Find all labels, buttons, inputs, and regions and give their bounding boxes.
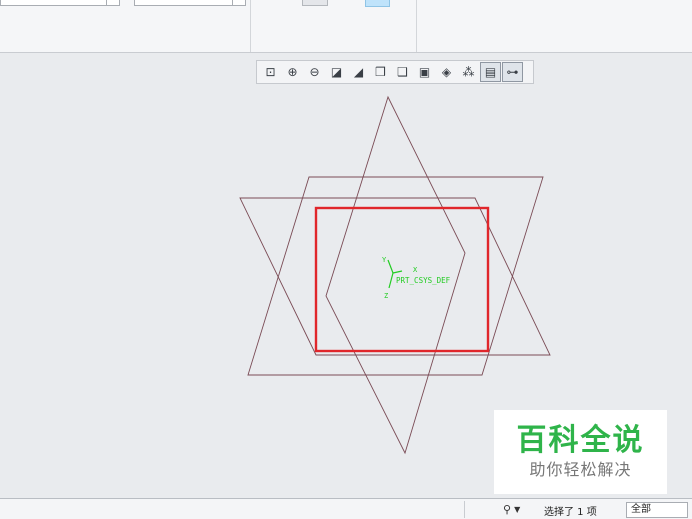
status-bar: ⚲ ▼ 选择了 1 项 全部 bbox=[0, 498, 692, 519]
chevron-down-icon bbox=[232, 0, 245, 5]
watermark-subtitle: 助你轻松解决 bbox=[529, 460, 632, 479]
ribbon-combo-2[interactable] bbox=[134, 0, 246, 6]
axis-x-label: X bbox=[413, 266, 418, 274]
binoculars-icon: ⚲ bbox=[503, 503, 512, 516]
ribbon-button[interactable] bbox=[302, 0, 328, 6]
watermark-logo: 百科全说 助你轻松解决 bbox=[494, 410, 667, 494]
ribbon-color-swatch[interactable] bbox=[365, 0, 390, 7]
chevron-down-icon: ▼ bbox=[514, 505, 521, 514]
ribbon bbox=[0, 0, 692, 53]
coordinate-system: Y X Z PRT_CSYS_DEF bbox=[382, 256, 451, 300]
ribbon-separator bbox=[416, 0, 417, 52]
selection-filter[interactable]: 全部 bbox=[626, 502, 688, 518]
sketch-hexagram[interactable] bbox=[325, 95, 466, 455]
selection-status: 选择了 1 项 bbox=[544, 507, 597, 518]
ribbon-combo-1[interactable] bbox=[0, 0, 120, 6]
axis-z-label: Z bbox=[384, 292, 388, 300]
sketch-quad-left[interactable] bbox=[239, 197, 551, 356]
status-separator bbox=[464, 501, 465, 518]
find-button[interactable]: ⚲ ▼ bbox=[503, 502, 537, 517]
chevron-down-icon bbox=[106, 0, 119, 5]
csys-label: PRT_CSYS_DEF bbox=[396, 276, 451, 285]
watermark-title: 百科全说 bbox=[516, 423, 645, 458]
axis-y-label: Y bbox=[382, 256, 387, 264]
ribbon-separator bbox=[250, 0, 251, 52]
